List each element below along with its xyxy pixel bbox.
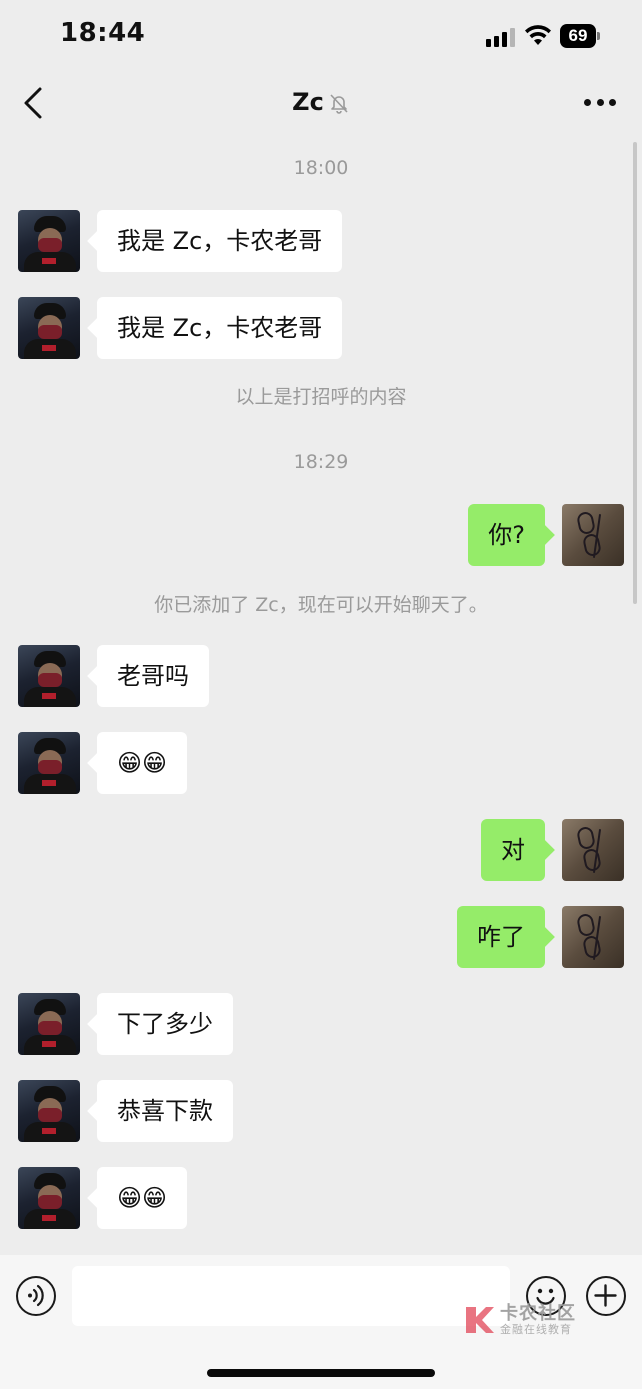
input-bar: 卡农社区 金融在线教育	[0, 1255, 642, 1389]
contact-avatar[interactable]	[18, 1167, 80, 1229]
message-text: 对	[501, 836, 525, 864]
plus-button[interactable]	[586, 1276, 626, 1316]
status-bar: 18:44 69	[0, 0, 642, 70]
battery-level: 69	[568, 26, 588, 45]
watermark-subtitle: 金融在线教育	[500, 1323, 572, 1336]
message-bubble-incoming[interactable]: 我是 Zc，卡农老哥	[97, 297, 343, 359]
message-bubble-incoming[interactable]: 我是 Zc，卡农老哥	[97, 210, 343, 272]
message-bubble-outgoing[interactable]: 咋了	[457, 906, 545, 968]
contact-avatar[interactable]	[18, 297, 80, 359]
contact-avatar[interactable]	[18, 993, 80, 1055]
chat-header: Zc	[0, 70, 642, 140]
voice-icon	[28, 1284, 44, 1307]
message-text: 😁😁	[117, 1184, 168, 1212]
system-message: 以上是打招呼的内容	[235, 386, 407, 408]
my-avatar[interactable]	[562, 819, 624, 881]
bell-slash-icon	[330, 94, 348, 114]
contact-avatar[interactable]	[18, 732, 80, 794]
message-text: 恭喜下款	[117, 1097, 213, 1125]
message-text: 咋了	[477, 923, 525, 951]
my-avatar[interactable]	[562, 504, 624, 566]
message-bubble-incoming[interactable]: 下了多少	[97, 993, 233, 1055]
message-text: 下了多少	[117, 1010, 213, 1038]
message-text: 你?	[488, 521, 525, 549]
home-indicator[interactable]	[207, 1369, 435, 1377]
message-text: 我是 Zc，卡农老哥	[117, 314, 323, 342]
message-text: 😁😁	[117, 749, 168, 777]
wifi-icon	[525, 25, 551, 45]
message-text: 老哥吗	[117, 662, 189, 690]
chat-title-wrap: Zc	[0, 88, 642, 116]
message-bubble-outgoing[interactable]: 你?	[468, 504, 545, 566]
more-dots-icon[interactable]	[584, 96, 616, 108]
kanong-logo-icon	[466, 1307, 494, 1333]
message-bubble-outgoing[interactable]: 对	[481, 819, 545, 881]
chat-title: Zc	[292, 88, 324, 116]
contact-avatar[interactable]	[18, 645, 80, 707]
message-bubble-incoming[interactable]: 😁😁	[97, 1167, 188, 1229]
system-message: 你已添加了 Zc，现在可以开始聊天了。	[154, 594, 488, 616]
message-bubble-incoming[interactable]: 😁😁	[97, 732, 188, 794]
contact-avatar[interactable]	[18, 1080, 80, 1142]
status-time: 18:44	[60, 18, 146, 48]
signal-icon	[486, 28, 515, 47]
contact-avatar[interactable]	[18, 210, 80, 272]
message-bubble-incoming[interactable]: 恭喜下款	[97, 1080, 233, 1142]
timestamp: 18:00	[293, 157, 349, 179]
watermark: 卡农社区 金融在线教育	[462, 1299, 586, 1339]
battery-icon: 69	[560, 24, 600, 48]
message-bubble-incoming[interactable]: 老哥吗	[97, 645, 209, 707]
message-input[interactable]	[72, 1266, 510, 1326]
message-text: 我是 Zc，卡农老哥	[117, 227, 323, 255]
scrollbar[interactable]	[633, 142, 637, 604]
timestamp: 18:29	[293, 451, 349, 473]
plus-icon	[594, 1284, 617, 1307]
voice-button[interactable]	[16, 1276, 56, 1316]
my-avatar[interactable]	[562, 906, 624, 968]
